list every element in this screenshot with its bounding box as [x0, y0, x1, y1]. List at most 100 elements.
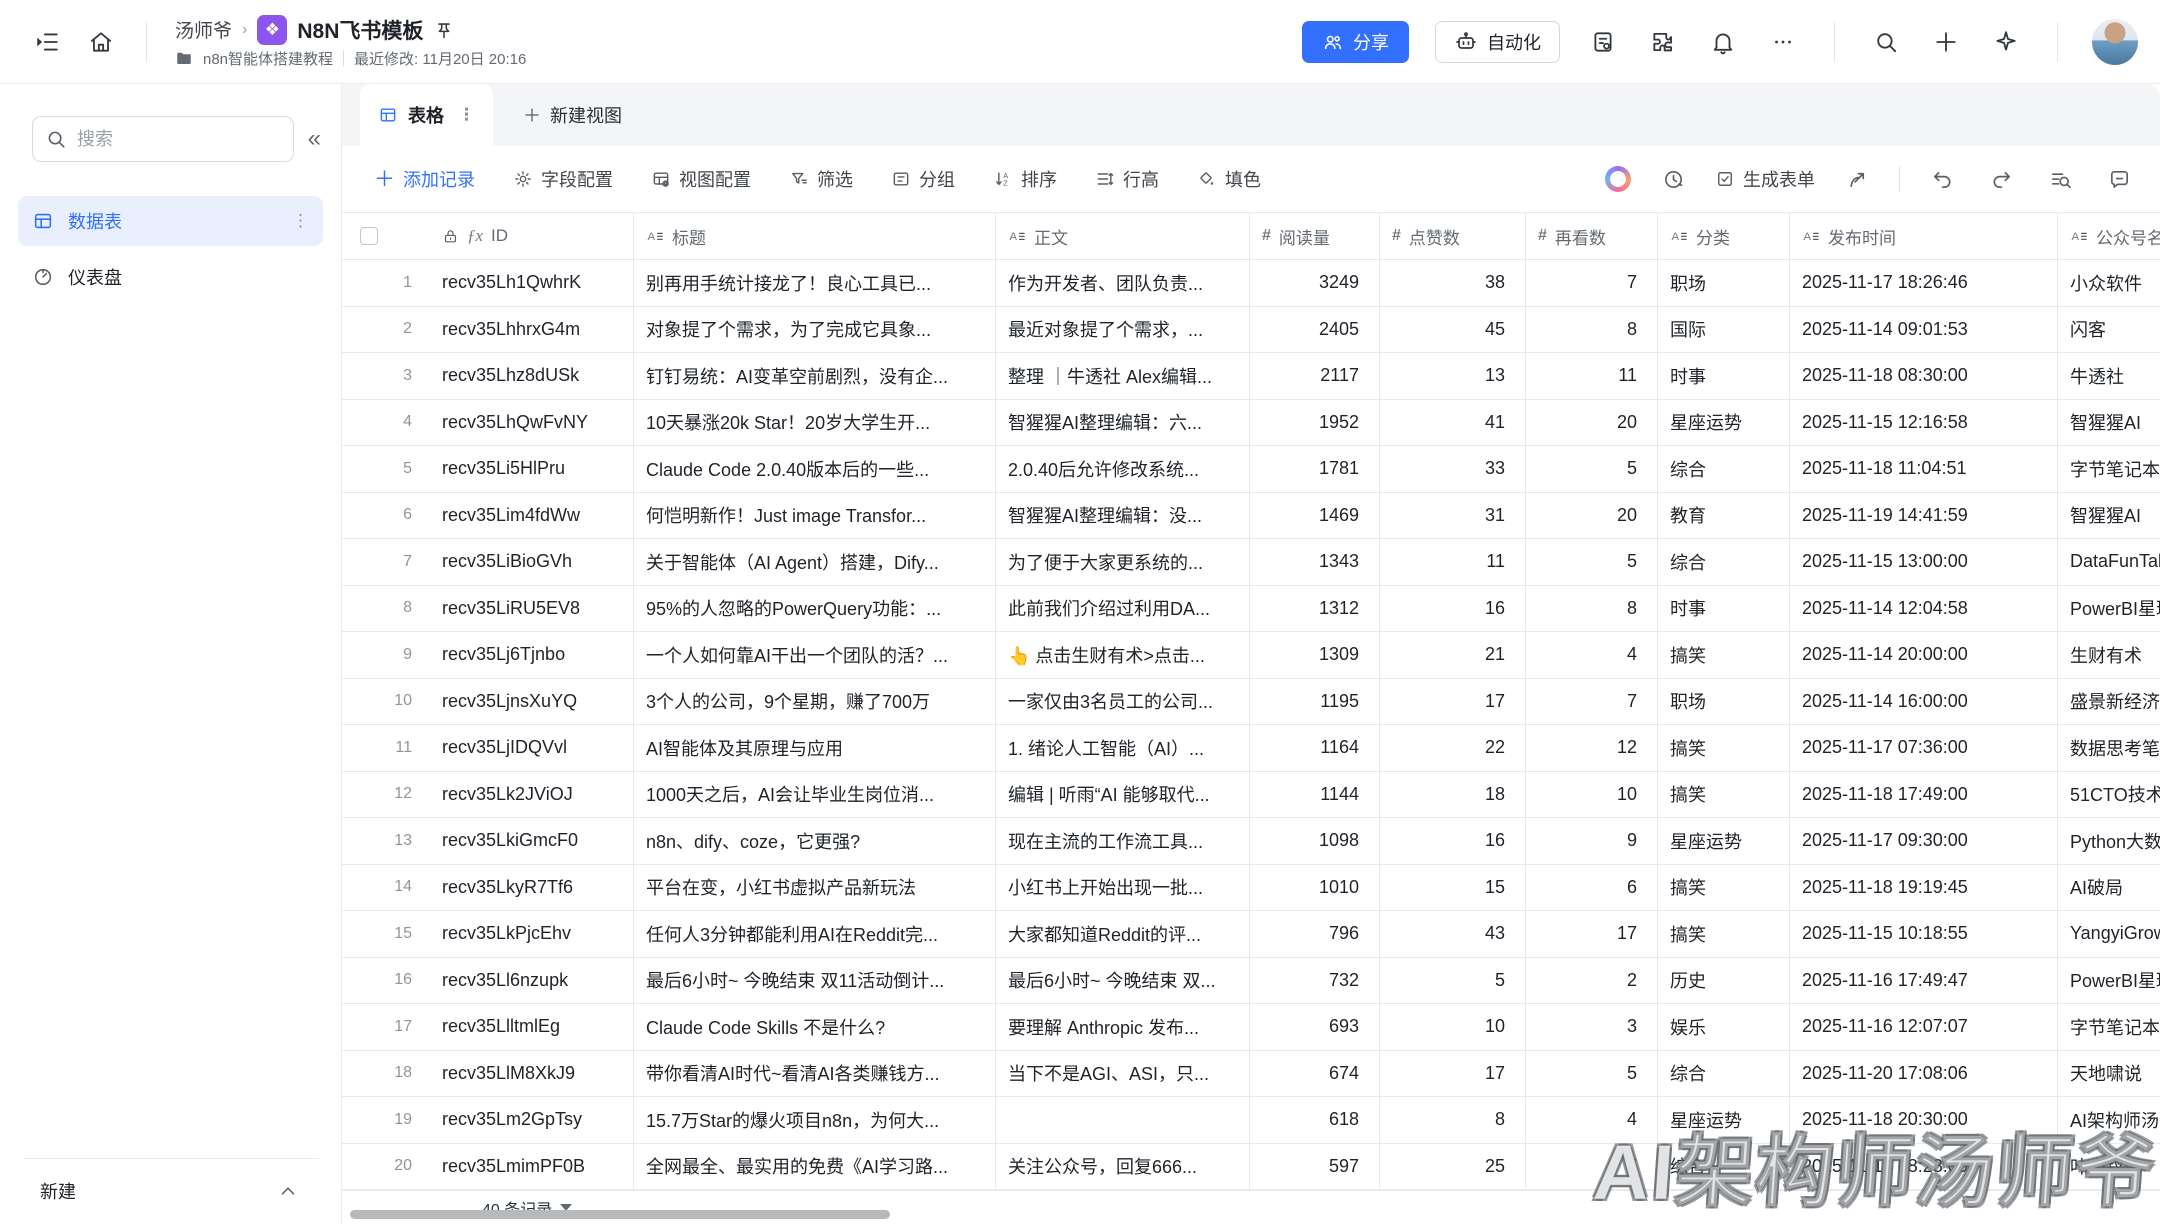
- plugin-puzzle-icon[interactable]: [1646, 25, 1680, 59]
- row-number[interactable]: 18: [342, 1051, 430, 1097]
- cell-time[interactable]: 2025-11-16 17:49:47: [1790, 958, 2058, 1004]
- column-header-account[interactable]: A 公众号名: [2058, 213, 2160, 259]
- cell-time[interactable]: 2025-11-18 11:04:51: [1790, 446, 2058, 492]
- cell-wow[interactable]: 3: [1526, 1004, 1658, 1050]
- row-number[interactable]: 13: [342, 818, 430, 864]
- cell-wow[interactable]: 12: [1526, 725, 1658, 771]
- share-button[interactable]: 分享: [1302, 21, 1409, 63]
- cell-account[interactable]: 闪客: [2058, 307, 2160, 353]
- cell-likes[interactable]: 16: [1380, 818, 1526, 864]
- cell-likes[interactable]: 31: [1380, 493, 1526, 539]
- checkbox-icon[interactable]: [360, 227, 378, 245]
- cell-id[interactable]: recv35LhQwFvNY: [430, 400, 634, 446]
- cell-id[interactable]: recv35LkPjcEhv: [430, 911, 634, 957]
- cell-id[interactable]: recv35LlM8XkJ9: [430, 1051, 634, 1097]
- cell-id[interactable]: recv35LjnsXuYQ: [430, 679, 634, 725]
- cell-category[interactable]: 搞笑: [1658, 865, 1790, 911]
- cell-account[interactable]: DataFunTalk: [2058, 539, 2160, 585]
- column-header-title[interactable]: A 标题: [634, 213, 996, 259]
- cell-title[interactable]: 一个人如何靠AI干出一个团队的活？...: [634, 632, 996, 678]
- fill-color-button[interactable]: 填色: [1197, 166, 1261, 192]
- new-table-button[interactable]: 新建: [40, 1178, 76, 1204]
- cell-time[interactable]: 2025-11-19 14:41:59: [1790, 493, 2058, 539]
- cell-title[interactable]: 全网最全、最实用的免费《AI学习路...: [634, 1144, 996, 1190]
- cell-category[interactable]: 星座运势: [1658, 818, 1790, 864]
- cell-category[interactable]: 职场: [1658, 679, 1790, 725]
- cell-wow[interactable]: 5: [1526, 1051, 1658, 1097]
- cell-time[interactable]: 2025-11-14 12:04:58: [1790, 586, 2058, 632]
- cell-title[interactable]: 平台在变，小红书虚拟产品新玩法: [634, 865, 996, 911]
- cell-account[interactable]: PowerBI星球: [2058, 586, 2160, 632]
- cell-likes[interactable]: 45: [1380, 307, 1526, 353]
- sort-button[interactable]: AZ 排序: [993, 166, 1057, 192]
- cell-title[interactable]: 对象提了个需求，为了完成它具象...: [634, 307, 996, 353]
- pin-icon[interactable]: [433, 19, 455, 41]
- column-header-time[interactable]: A 发布时间: [1790, 213, 2058, 259]
- cell-wow[interactable]: 8: [1526, 586, 1658, 632]
- cell-category[interactable]: 综合: [1658, 446, 1790, 492]
- cell-body[interactable]: [996, 1097, 1250, 1143]
- horizontal-scrollbar[interactable]: [350, 1210, 890, 1219]
- cell-reads[interactable]: 1098: [1250, 818, 1380, 864]
- cell-wow[interactable]: 8: [1526, 307, 1658, 353]
- cell-reads[interactable]: 674: [1250, 1051, 1380, 1097]
- cell-category[interactable]: 综合: [1658, 1144, 1790, 1190]
- comment-icon[interactable]: [2102, 162, 2136, 196]
- cell-id[interactable]: recv35Lhz8dUSk: [430, 353, 634, 399]
- cell-category[interactable]: 国际: [1658, 307, 1790, 353]
- cell-reads[interactable]: 1469: [1250, 493, 1380, 539]
- cell-likes[interactable]: 16: [1380, 586, 1526, 632]
- cell-category[interactable]: 星座运势: [1658, 400, 1790, 446]
- cell-wow[interactable]: 5: [1526, 539, 1658, 585]
- cell-wow[interactable]: 11: [1526, 353, 1658, 399]
- home-icon[interactable]: [84, 25, 118, 59]
- cell-time[interactable]: 2025-11-14 08:28:00: [1790, 1144, 2058, 1190]
- cell-likes[interactable]: 15: [1380, 865, 1526, 911]
- cell-title[interactable]: 钉钉易统：AI变革空前剧烈，没有企...: [634, 353, 996, 399]
- row-number[interactable]: 8: [342, 586, 430, 632]
- cell-wow[interactable]: 7: [1526, 260, 1658, 306]
- group-button[interactable]: 分组: [891, 166, 955, 192]
- workspace-name[interactable]: n8n智能体搭建教程: [203, 48, 333, 69]
- share-view-icon[interactable]: [1840, 162, 1874, 196]
- cell-reads[interactable]: 693: [1250, 1004, 1380, 1050]
- cell-body[interactable]: 此前我们介绍过利用DA...: [996, 586, 1250, 632]
- cell-title[interactable]: 何恺明新作！Just image Transfor...: [634, 493, 996, 539]
- cell-likes[interactable]: 33: [1380, 446, 1526, 492]
- cell-category[interactable]: 综合: [1658, 539, 1790, 585]
- view-config-button[interactable]: 视图配置: [651, 166, 751, 192]
- sidebar-collapse-icon[interactable]: «: [308, 127, 321, 151]
- more-icon[interactable]: [1766, 25, 1800, 59]
- record-count-dropdown[interactable]: 40 条记录: [482, 1191, 572, 1224]
- cell-id[interactable]: recv35LhhrxG4m: [430, 307, 634, 353]
- cell-time[interactable]: 2025-11-17 09:30:00: [1790, 818, 2058, 864]
- cell-reads[interactable]: 1952: [1250, 400, 1380, 446]
- redo-icon[interactable]: [1984, 162, 2018, 196]
- row-number[interactable]: 9: [342, 632, 430, 678]
- notifications-bell-icon[interactable]: [1706, 25, 1740, 59]
- cell-reads[interactable]: 2117: [1250, 353, 1380, 399]
- cell-id[interactable]: recv35LiBioGVh: [430, 539, 634, 585]
- sidebar-item-dashboard[interactable]: 仪表盘: [18, 252, 323, 302]
- row-number[interactable]: 16: [342, 958, 430, 1004]
- cell-reads[interactable]: 1781: [1250, 446, 1380, 492]
- cell-wow[interactable]: 20: [1526, 493, 1658, 539]
- cell-title[interactable]: 95%的人忽略的PowerQuery功能：...: [634, 586, 996, 632]
- cell-title[interactable]: 1000天之后，AI会让毕业生岗位消...: [634, 772, 996, 818]
- cell-body[interactable]: 最近对象提了个需求，...: [996, 307, 1250, 353]
- cell-time[interactable]: 2025-11-18 08:30:00: [1790, 353, 2058, 399]
- cell-body[interactable]: 关注公众号，回复666...: [996, 1144, 1250, 1190]
- cell-id[interactable]: recv35Lm2GpTsy: [430, 1097, 634, 1143]
- cell-reads[interactable]: 618: [1250, 1097, 1380, 1143]
- cell-category[interactable]: 搞笑: [1658, 772, 1790, 818]
- cell-category[interactable]: 综合: [1658, 1051, 1790, 1097]
- cell-reads[interactable]: 597: [1250, 1144, 1380, 1190]
- tab-grid-view[interactable]: 表格 ⋮: [360, 84, 493, 146]
- cell-account[interactable]: 智猩猩AI: [2058, 493, 2160, 539]
- cell-category[interactable]: 时事: [1658, 353, 1790, 399]
- cell-reads[interactable]: 1309: [1250, 632, 1380, 678]
- new-view-button[interactable]: 新建视图: [523, 84, 622, 146]
- cell-time[interactable]: 2025-11-15 12:16:58: [1790, 400, 2058, 446]
- cell-wow[interactable]: 2: [1526, 958, 1658, 1004]
- cell-account[interactable]: 小众软件: [2058, 260, 2160, 306]
